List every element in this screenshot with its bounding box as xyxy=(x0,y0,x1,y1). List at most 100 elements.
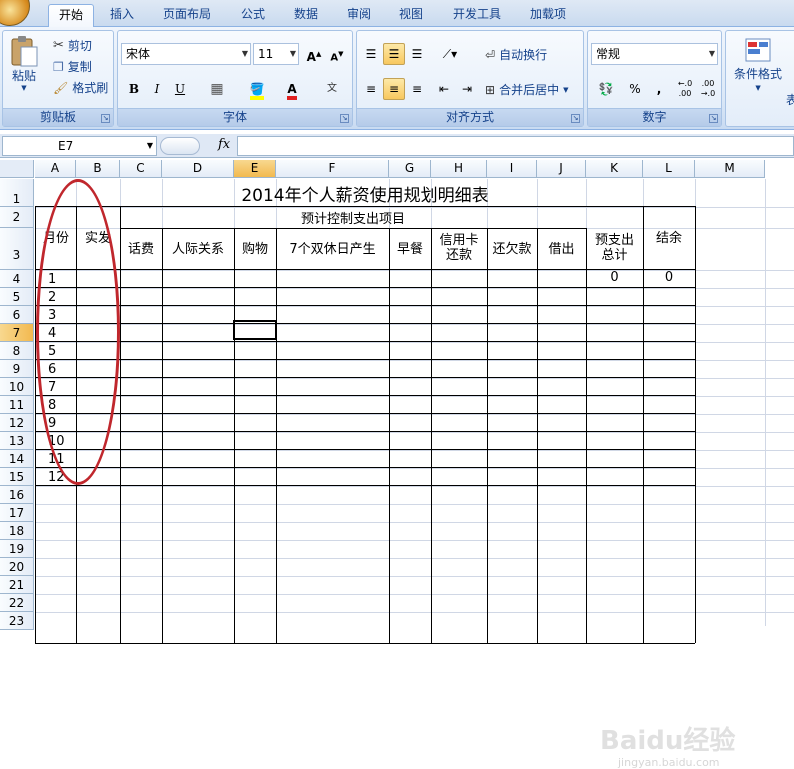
row-header-9[interactable]: 9 xyxy=(0,360,34,378)
column-header-m[interactable]: M xyxy=(695,160,765,178)
tab-insert[interactable]: 插入 xyxy=(100,4,144,27)
row-header-5[interactable]: 5 xyxy=(0,288,34,306)
row-header-19[interactable]: 19 xyxy=(0,540,34,558)
tab-page-layout[interactable]: 页面布局 xyxy=(153,4,221,27)
row-header-13[interactable]: 13 xyxy=(0,432,34,450)
row-header-18[interactable]: 18 xyxy=(0,522,34,540)
row-header-15[interactable]: 15 xyxy=(0,468,34,486)
tab-formulas[interactable]: 公式 xyxy=(231,4,275,27)
insert-function-button[interactable]: fx xyxy=(218,137,230,152)
row-header-14[interactable]: 14 xyxy=(0,450,34,468)
row-header-17[interactable]: 17 xyxy=(0,504,34,522)
row-header-16[interactable]: 16 xyxy=(0,486,34,504)
italic-button[interactable]: I xyxy=(146,78,168,100)
column-header-c[interactable]: C xyxy=(120,160,162,178)
chevron-down-icon: ▼ xyxy=(708,49,715,58)
tab-addins[interactable]: 加载项 xyxy=(520,4,576,27)
tab-view[interactable]: 视图 xyxy=(389,4,433,27)
number-format-dropdown[interactable]: 常规 ▼ xyxy=(591,43,718,65)
column-header-d[interactable]: D xyxy=(162,160,234,178)
percent-button[interactable]: % xyxy=(624,78,646,100)
tab-data[interactable]: 数据 xyxy=(284,4,328,27)
copy-button[interactable]: ❐ 复制 xyxy=(53,58,92,75)
name-box[interactable]: E7 ▼ xyxy=(2,136,157,156)
conditional-format-button[interactable]: 条件格式 ▼ xyxy=(734,37,782,92)
border-col xyxy=(643,206,644,643)
row-header-3[interactable]: 3 xyxy=(0,228,34,270)
tab-home[interactable]: 开始 xyxy=(48,4,95,27)
font-size-dropdown[interactable]: 11 ▼ xyxy=(253,43,299,65)
column-header-j[interactable]: J xyxy=(537,160,586,178)
column-header-g[interactable]: G xyxy=(389,160,431,178)
wrap-text-button[interactable]: ⏎ 自动换行 xyxy=(485,46,547,63)
font-name-value: 宋体 xyxy=(126,47,151,61)
column-header-e[interactable]: E xyxy=(234,160,276,178)
column-header-k[interactable]: K xyxy=(586,160,643,178)
paste-button[interactable]: 粘贴 ▼ xyxy=(9,35,39,92)
row-header-22[interactable]: 22 xyxy=(0,594,34,612)
column-header-a[interactable]: A xyxy=(35,160,76,178)
row-header-7[interactable]: 7 xyxy=(0,324,34,342)
font-group-label: 字体 xyxy=(118,108,352,126)
bold-button[interactable]: B xyxy=(123,78,145,100)
align-middle-icon[interactable]: ☰ xyxy=(383,43,405,65)
cut-button[interactable]: ✂ 剪切 xyxy=(53,37,92,54)
align-center-icon[interactable]: ≡ xyxy=(383,78,405,100)
row-header-10[interactable]: 10 xyxy=(0,378,34,396)
column-header-l[interactable]: L xyxy=(643,160,695,178)
increase-decimal-icon[interactable]: ←.0.00 xyxy=(674,78,696,100)
row-header-11[interactable]: 11 xyxy=(0,396,34,414)
row-header-6[interactable]: 6 xyxy=(0,306,34,324)
grow-font-button[interactable]: A▲ xyxy=(303,43,325,65)
number-launcher-icon[interactable]: ↘ xyxy=(709,114,718,123)
row-header-1[interactable]: 1 xyxy=(0,179,34,207)
fill-color-icon[interactable]: 🪣 xyxy=(246,78,268,100)
decrease-indent-icon[interactable]: ⇤ xyxy=(433,78,455,100)
comma-button[interactable]: , xyxy=(648,78,670,100)
currency-icon[interactable]: 💱 xyxy=(591,78,621,100)
align-right-icon[interactable]: ≡ xyxy=(406,78,428,100)
formula-input[interactable] xyxy=(237,136,794,156)
border-col xyxy=(537,228,538,643)
format-painter-label: 格式刷 xyxy=(72,81,109,95)
underline-button[interactable]: U xyxy=(169,78,191,100)
merge-center-button[interactable]: ⊞ 合并后居中 ▼ xyxy=(485,81,568,98)
row-header-2[interactable]: 2 xyxy=(0,207,34,228)
orientation-icon[interactable]: ⟋▾ xyxy=(435,43,465,65)
column-header-b[interactable]: B xyxy=(76,160,120,178)
row-header-23[interactable]: 23 xyxy=(0,612,34,630)
font-name-dropdown[interactable]: 宋体 ▼ xyxy=(121,43,251,65)
decrease-decimal-icon[interactable]: .00 →.0 xyxy=(697,78,719,100)
row-header-12[interactable]: 12 xyxy=(0,414,34,432)
ribbon: 粘贴 ▼ ✂ 剪切 ❐ 复制 🖌 格式刷 剪贴板 ↘ 宋体 ▼ 11 ▼ A▲ … xyxy=(0,27,794,130)
increase-indent-icon[interactable]: ⇥ xyxy=(456,78,478,100)
borders-icon[interactable]: ▦ xyxy=(206,78,228,100)
column-header-f[interactable]: F xyxy=(276,160,389,178)
select-all-corner[interactable] xyxy=(0,160,34,178)
row-header-21[interactable]: 21 xyxy=(0,576,34,594)
styles-group: 条件格式 ▼ 表 xyxy=(725,30,794,127)
font-launcher-icon[interactable]: ↘ xyxy=(340,114,349,123)
phonetic-icon[interactable]: 文 xyxy=(316,78,348,100)
align-bottom-icon[interactable]: ☰ xyxy=(406,43,428,65)
office-button[interactable] xyxy=(0,0,30,26)
clipboard-launcher-icon[interactable]: ↘ xyxy=(101,114,110,123)
tab-developer[interactable]: 开发工具 xyxy=(443,4,511,27)
active-cell-e7[interactable] xyxy=(233,320,277,340)
shrink-font-button[interactable]: A▼ xyxy=(326,43,348,65)
border-row xyxy=(35,395,695,396)
column-header-i[interactable]: I xyxy=(487,160,537,178)
header-total: 预支出总计 xyxy=(594,233,634,263)
alignment-launcher-icon[interactable]: ↘ xyxy=(571,114,580,123)
row-header-20[interactable]: 20 xyxy=(0,558,34,576)
align-left-icon[interactable]: ≡ xyxy=(360,78,382,100)
row-header-8[interactable]: 8 xyxy=(0,342,34,360)
align-top-icon[interactable]: ☰ xyxy=(360,43,382,65)
format-painter-button[interactable]: 🖌 格式刷 xyxy=(53,79,108,96)
font-color-icon[interactable]: A xyxy=(281,78,303,100)
border-row xyxy=(35,431,695,432)
row-header-4[interactable]: 4 xyxy=(0,270,34,288)
tab-review[interactable]: 审阅 xyxy=(337,4,381,27)
column-header-h[interactable]: H xyxy=(431,160,487,178)
format-as-table-partial[interactable]: 表 xyxy=(786,91,794,108)
